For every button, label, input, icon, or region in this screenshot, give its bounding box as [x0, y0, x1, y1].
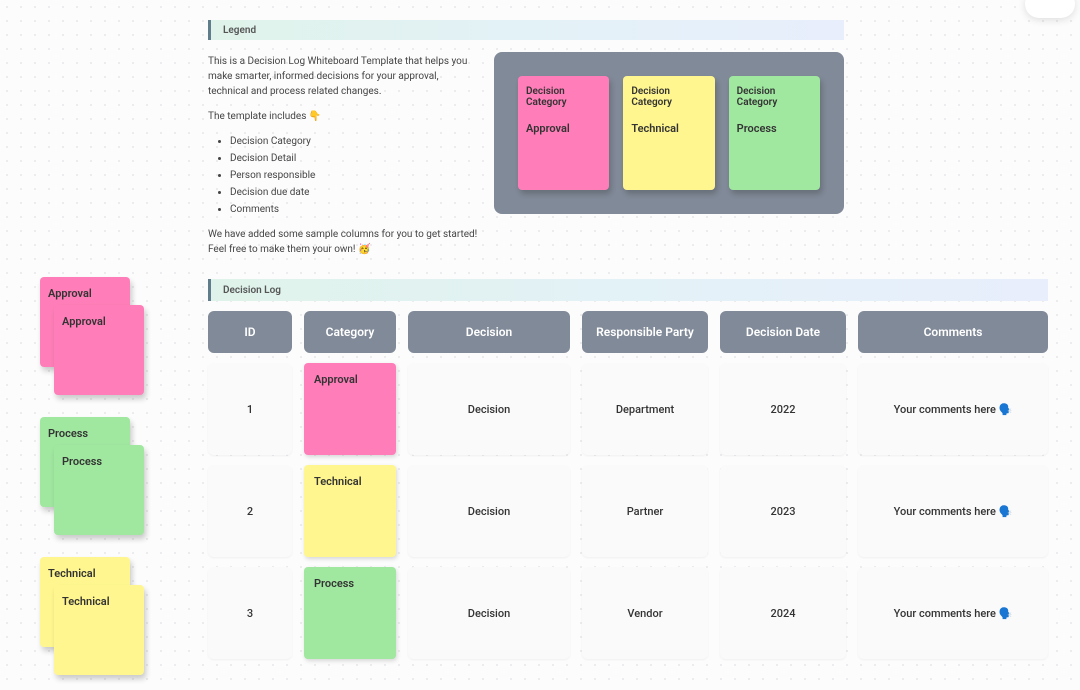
- legend-section: Legend This is a Decision Log Whiteboard…: [208, 20, 844, 267]
- cell-decision: Decision: [408, 465, 570, 557]
- legend-bullet: Comments: [230, 202, 480, 217]
- cell-comments: Your comments here 🗣️: [858, 363, 1048, 455]
- cell-comments: Your comments here 🗣️: [858, 567, 1048, 659]
- legend-includes: The template includes 👇: [208, 109, 480, 124]
- legend-bullet: Decision Category: [230, 134, 480, 149]
- cell-category[interactable]: Approval: [304, 363, 396, 455]
- card-heading: Decision Category: [737, 86, 812, 108]
- cell-id: 1: [208, 363, 292, 455]
- cell-responsible: Partner: [582, 465, 708, 557]
- side-stack-technical[interactable]: Technical Technical: [40, 557, 146, 677]
- side-stack-approval[interactable]: Approval Approval: [40, 277, 146, 397]
- legend-text: This is a Decision Log Whiteboard Templa…: [208, 52, 480, 267]
- header-row: ID Category Decision Responsible Party D…: [208, 311, 1048, 353]
- legend-card-process[interactable]: Decision Category Process: [729, 76, 820, 190]
- col-comments: Comments: [858, 311, 1048, 353]
- card-heading: Decision Category: [631, 86, 706, 108]
- decision-log-section: Decision Log ID Category Decision Respon…: [208, 279, 1048, 659]
- legend-intro: This is a Decision Log Whiteboard Templa…: [208, 54, 480, 99]
- legend-cards: Decision Category Approval Decision Cate…: [494, 52, 844, 214]
- table-row[interactable]: 2 Technical Decision Partner 2023 Your c…: [208, 465, 1048, 557]
- decision-log-title: Decision Log: [208, 279, 1048, 301]
- cell-decision: Decision: [408, 363, 570, 455]
- cell-date: 2024: [720, 567, 846, 659]
- cell-date: 2022: [720, 363, 846, 455]
- col-decision: Decision: [408, 311, 570, 353]
- toolbar-ghost: [1025, 0, 1075, 18]
- col-responsible: Responsible Party: [582, 311, 708, 353]
- sticky-process-front[interactable]: Process: [54, 445, 144, 535]
- legend-card-technical[interactable]: Decision Category Technical: [623, 76, 714, 190]
- cell-responsible: Vendor: [582, 567, 708, 659]
- card-value: Technical: [631, 122, 706, 135]
- sticky-technical-front[interactable]: Technical: [54, 585, 144, 675]
- card-heading: Decision Category: [526, 86, 601, 108]
- col-date: Decision Date: [720, 311, 846, 353]
- cell-category[interactable]: Technical: [304, 465, 396, 557]
- cell-decision: Decision: [408, 567, 570, 659]
- cell-comments: Your comments here 🗣️: [858, 465, 1048, 557]
- card-value: Process: [737, 122, 812, 135]
- legend-outro: We have added some sample columns for yo…: [208, 227, 480, 257]
- sticky-approval-front[interactable]: Approval: [54, 305, 144, 395]
- side-stack-process[interactable]: Process Process: [40, 417, 146, 537]
- col-id: ID: [208, 311, 292, 353]
- col-category: Category: [304, 311, 396, 353]
- legend-bullet: Decision Detail: [230, 151, 480, 166]
- legend-title: Legend: [208, 20, 844, 40]
- decision-log-grid: ID Category Decision Responsible Party D…: [208, 311, 1048, 659]
- legend-bullet: Person responsible: [230, 168, 480, 183]
- cell-id: 2: [208, 465, 292, 557]
- legend-card-approval[interactable]: Decision Category Approval: [518, 76, 609, 190]
- cell-responsible: Department: [582, 363, 708, 455]
- card-value: Approval: [526, 122, 601, 135]
- legend-bullet: Decision due date: [230, 185, 480, 200]
- table-row[interactable]: 1 Approval Decision Department 2022 Your…: [208, 363, 1048, 455]
- cell-date: 2023: [720, 465, 846, 557]
- cell-id: 3: [208, 567, 292, 659]
- table-row[interactable]: 3 Process Decision Vendor 2024 Your comm…: [208, 567, 1048, 659]
- cell-category[interactable]: Process: [304, 567, 396, 659]
